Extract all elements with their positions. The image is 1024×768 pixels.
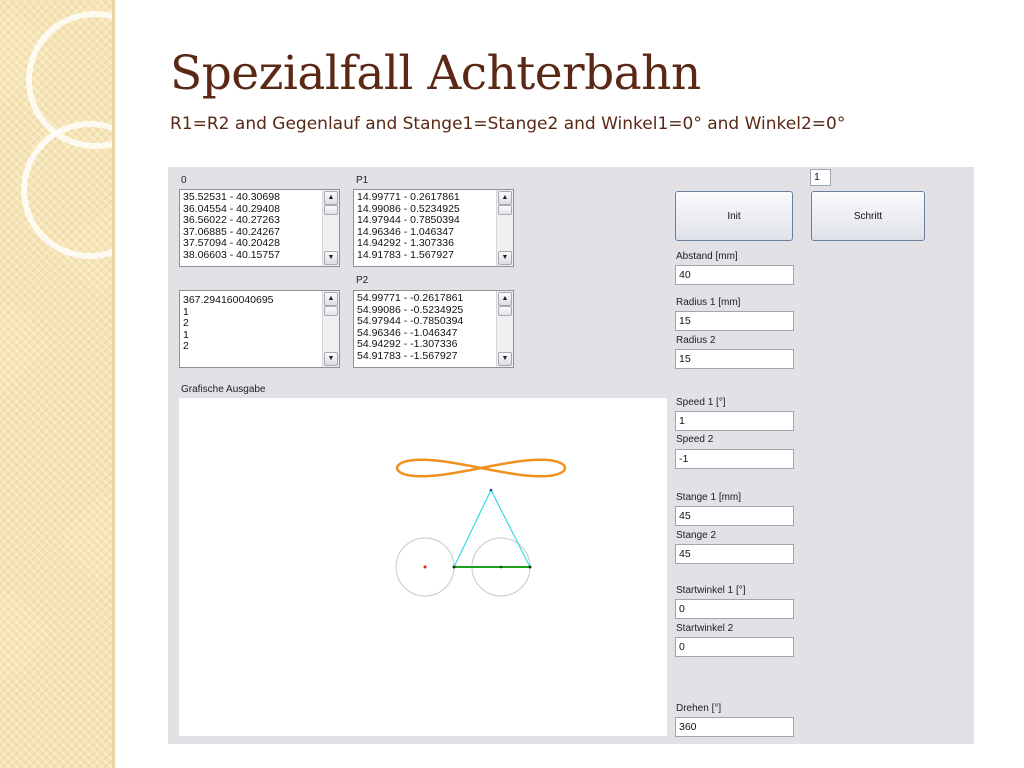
list-item[interactable]: 35.52531 - 40.30698 <box>183 191 321 204</box>
stange2-label: Stange 2 <box>676 530 717 541</box>
list-item[interactable]: 54.97944 - -0.7850394 <box>357 315 495 328</box>
canvas-label: Grafische Ausgabe <box>181 384 266 395</box>
crank-joint-1 <box>452 565 456 569</box>
list-item[interactable]: 14.99771 - 0.2617861 <box>357 191 495 204</box>
coupler-joint <box>489 488 493 492</box>
startwinkel1-label: Startwinkel 1 [°] <box>676 585 746 596</box>
crank-joint-2 <box>528 565 532 569</box>
slide-subtitle: R1=R2 and Gegenlauf and Stange1=Stange2 … <box>170 114 846 134</box>
slide-title: Spezialfall Achterbahn <box>170 46 701 101</box>
abstand-label: Abstand [mm] <box>676 251 738 262</box>
list-item[interactable]: 1 <box>183 306 321 319</box>
stange2-field[interactable]: 45 <box>675 544 794 564</box>
speed2-field[interactable]: -1 <box>675 449 794 469</box>
scrollbar[interactable]: ▲ ▼ <box>496 190 513 266</box>
scroll-up-icon[interactable]: ▲ <box>324 292 338 306</box>
scroll-up-icon[interactable]: ▲ <box>324 191 338 205</box>
scroll-thumb[interactable] <box>324 205 338 215</box>
radius1-label: Radius 1 [mm] <box>676 297 741 308</box>
scroll-up-icon[interactable]: ▲ <box>498 292 512 306</box>
speed2-label: Speed 2 <box>676 434 714 445</box>
scroll-down-icon[interactable]: ▼ <box>498 352 512 366</box>
startwinkel2-field[interactable]: 0 <box>675 637 794 657</box>
init-button[interactable]: Init <box>675 191 793 241</box>
list-item[interactable]: 367.294160040695 <box>183 294 321 307</box>
speed1-field[interactable]: 1 <box>675 411 794 431</box>
list-item[interactable]: 14.97944 - 0.7850394 <box>357 214 495 227</box>
radius1-field[interactable]: 15 <box>675 311 794 331</box>
step-button[interactable]: Schritt <box>811 191 925 241</box>
scroll-down-icon[interactable]: ▼ <box>324 251 338 265</box>
startwinkel2-label: Startwinkel 2 <box>676 623 734 634</box>
mechanism-drawing <box>395 458 567 597</box>
list-item[interactable]: 2 <box>183 340 321 353</box>
scroll-thumb[interactable] <box>324 306 338 316</box>
crank-center-2 <box>499 565 503 569</box>
scrollbar[interactable]: ▲ ▼ <box>322 291 339 367</box>
startwinkel1-field[interactable]: 0 <box>675 599 794 619</box>
radius2-label: Radius 2 <box>676 335 716 346</box>
stange1-label: Stange 1 [mm] <box>676 492 742 503</box>
radius2-field[interactable]: 15 <box>675 349 794 369</box>
drehen-label: Drehen [°] <box>676 703 722 714</box>
scroll-thumb[interactable] <box>498 306 512 316</box>
decorative-sidebar <box>0 0 114 768</box>
scrollbar[interactable]: ▲ ▼ <box>322 190 339 266</box>
step-count-field[interactable]: 1 <box>810 169 831 186</box>
list-item[interactable]: 54.91783 - -1.567927 <box>357 350 495 363</box>
list-o-label: 0 <box>181 175 187 186</box>
scroll-up-icon[interactable]: ▲ <box>498 191 512 205</box>
scroll-thumb[interactable] <box>498 205 512 215</box>
scrollbar[interactable]: ▲ ▼ <box>496 291 513 367</box>
decorative-divider <box>112 0 115 768</box>
list-item[interactable]: 38.06603 - 40.15757 <box>183 249 321 262</box>
list-item[interactable]: 14.91783 - 1.567927 <box>357 249 495 262</box>
app-window: 0 35.52531 - 40.30698 36.04554 - 40.2940… <box>168 167 974 744</box>
list-p1-label: P1 <box>356 175 369 186</box>
list-item[interactable]: 54.99771 - -0.2617861 <box>357 292 495 305</box>
list-p2[interactable]: 54.99771 - -0.2617861 54.99086 - -0.5234… <box>353 290 514 368</box>
list-item[interactable]: 2 <box>183 317 321 330</box>
decorative-rings <box>21 11 114 259</box>
list-info[interactable]: 367.294160040695 1 2 1 2 ▲ ▼ <box>179 290 340 368</box>
scroll-down-icon[interactable]: ▼ <box>498 251 512 265</box>
crank-center-dot <box>423 565 427 569</box>
rod-1 <box>453 489 492 568</box>
list-p1[interactable]: 14.99771 - 0.2617861 14.99086 - 0.523492… <box>353 189 514 267</box>
stange1-field[interactable]: 45 <box>675 506 794 526</box>
scroll-down-icon[interactable]: ▼ <box>324 352 338 366</box>
list-item[interactable]: 37.57094 - 40.20428 <box>183 237 321 250</box>
list-item[interactable]: 54.94292 - -1.307336 <box>357 338 495 351</box>
list-item[interactable]: 36.56022 - 40.27263 <box>183 214 321 227</box>
list-item[interactable]: 14.94292 - 1.307336 <box>357 237 495 250</box>
drehen-field[interactable]: 360 <box>675 717 794 737</box>
list-item[interactable]: 1 <box>183 329 321 342</box>
rod-2 <box>490 489 531 568</box>
list-o[interactable]: 35.52531 - 40.30698 36.04554 - 40.29408 … <box>179 189 340 267</box>
abstand-field[interactable]: 40 <box>675 265 794 285</box>
coupler-curve <box>395 458 567 478</box>
graphic-output-canvas[interactable] <box>179 398 667 736</box>
speed1-label: Speed 1 [°] <box>676 397 726 408</box>
list-p2-label: P2 <box>356 275 369 286</box>
